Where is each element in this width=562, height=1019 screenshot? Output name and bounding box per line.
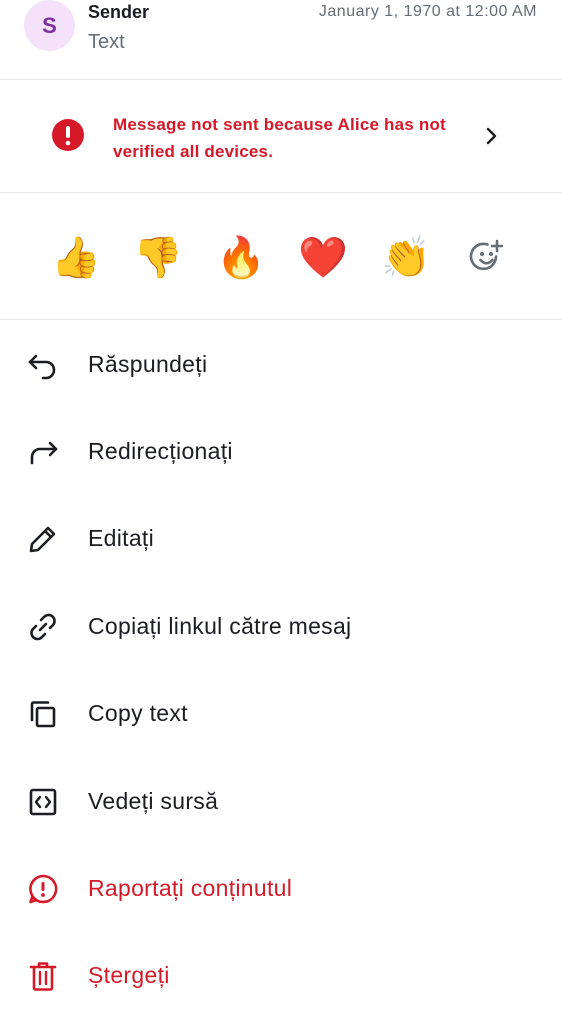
chevron-right-icon xyxy=(486,127,497,145)
copy-icon xyxy=(30,701,56,728)
action-report-label: Raportați conținutul xyxy=(88,875,293,901)
action-copy-link-label: Copiați linkul către mesaj xyxy=(88,613,352,639)
sender-name: Sender xyxy=(88,2,150,22)
reaction-clapping-hands[interactable]: 👏 xyxy=(381,234,431,282)
reaction-heart[interactable]: ❤️ xyxy=(298,234,348,282)
delete-icon xyxy=(29,962,57,991)
action-report[interactable]: Raportați conținutul xyxy=(0,845,562,932)
error-icon xyxy=(52,119,84,151)
action-edit-label: Editați xyxy=(88,525,155,551)
send-failure-message: Message not sent because Alice has not v… xyxy=(113,115,446,161)
edit-icon xyxy=(29,526,56,553)
action-copy-text-label: Copy text xyxy=(88,700,188,726)
avatar: S xyxy=(24,0,75,51)
quick-reactions: 👍 👎 🔥 ❤️ 👏 xyxy=(0,194,562,320)
timestamp: January 1, 1970 at 12:00 AM xyxy=(318,3,537,20)
forward-icon xyxy=(30,441,58,465)
action-copy-link[interactable]: Copiați linkul către mesaj xyxy=(0,583,562,670)
report-icon xyxy=(29,874,58,904)
action-edit[interactable]: Editați xyxy=(0,495,562,582)
action-reply-label: Răspundeți xyxy=(88,351,208,377)
add-reaction-icon[interactable] xyxy=(468,238,506,276)
action-copy-text[interactable]: Copy text xyxy=(0,670,562,757)
action-forward-label: Redirecționați xyxy=(88,438,233,464)
message-preview: Text xyxy=(88,31,125,53)
view-source-icon xyxy=(29,788,57,816)
action-reply[interactable]: Răspundeți xyxy=(0,321,562,408)
action-delete-label: Ștergeți xyxy=(88,962,170,988)
reaction-thumbs-down[interactable]: 👎 xyxy=(133,234,183,282)
send-failure-banner[interactable]: Message not sent because Alice has not v… xyxy=(0,81,562,193)
link-icon xyxy=(30,613,56,641)
action-forward[interactable]: Redirecționați xyxy=(0,408,562,495)
reaction-thumbs-up[interactable]: 👍 xyxy=(51,234,101,282)
action-view-source[interactable]: Vedeți sursă xyxy=(0,758,562,845)
reply-icon xyxy=(28,354,56,380)
reaction-fire[interactable]: 🔥 xyxy=(216,234,266,282)
action-delete[interactable]: Ștergeți xyxy=(0,932,562,1019)
action-view-source-label: Vedeți sursă xyxy=(88,788,219,814)
message-header: S Sender Text January 1, 1970 at 12:00 A… xyxy=(0,0,562,80)
